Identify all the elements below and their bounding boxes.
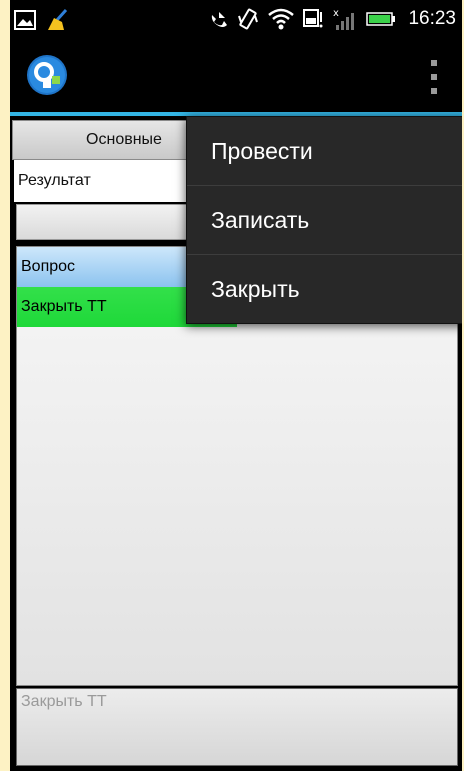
sd-card-icon (302, 8, 324, 30)
menu-item-post[interactable]: Провести (187, 117, 462, 186)
image-notification-icon (14, 10, 36, 30)
status-bar: x 16:23 (10, 0, 462, 38)
svg-text:x: x (333, 8, 339, 19)
signal-icon: x (332, 7, 358, 31)
vibrate-icon (236, 7, 260, 31)
missed-call-icon (208, 9, 228, 29)
menu-item-close[interactable]: Закрыть (187, 255, 462, 324)
overflow-dropdown-menu: Провести Записать Закрыть (186, 116, 462, 324)
cleaner-broom-icon (44, 8, 72, 32)
overflow-menu-icon[interactable] (426, 60, 442, 94)
wifi-icon (268, 8, 295, 30)
battery-icon (366, 11, 396, 27)
footer-text-panel: Закрыть ТТ (16, 688, 458, 766)
phone-screen: x 16:23 Основные Результат Вопрос Закрыт… (10, 0, 462, 771)
action-bar (10, 38, 462, 112)
menu-item-save[interactable]: Записать (187, 186, 462, 255)
app-logo-icon[interactable] (26, 54, 68, 96)
status-clock: 16:23 (408, 8, 456, 29)
